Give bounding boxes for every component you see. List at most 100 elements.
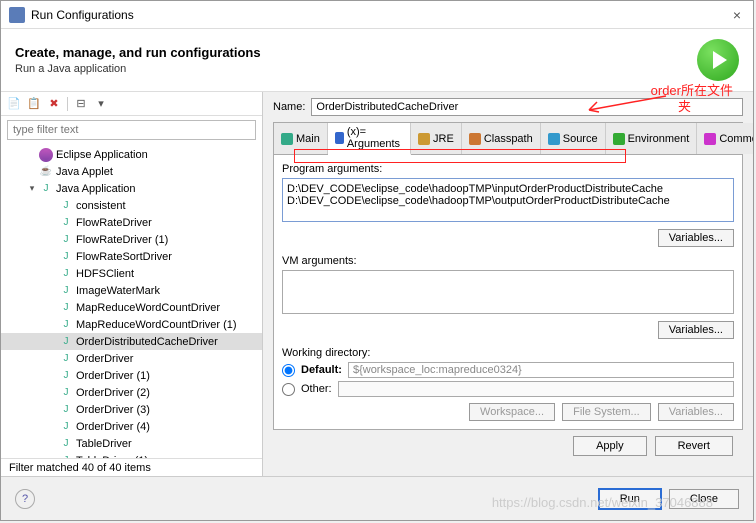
tree-item-label: HDFSClient xyxy=(76,268,134,280)
revert-button[interactable]: Revert xyxy=(655,436,733,456)
tree-item-label: OrderDriver (1) xyxy=(76,370,150,382)
tree-item-orderdriver-4-[interactable]: JOrderDriver (4) xyxy=(1,418,262,435)
tab-source[interactable]: Source xyxy=(541,123,606,154)
j-icon: J xyxy=(59,352,73,366)
wd-other-radio[interactable] xyxy=(282,383,295,396)
tree-item-eclipse-application[interactable]: Eclipse Application xyxy=(1,146,262,163)
wd-other-value[interactable] xyxy=(338,381,734,397)
j-icon: J xyxy=(59,420,73,434)
window-title: Run Configurations xyxy=(31,8,729,22)
filesystem-button[interactable]: File System... xyxy=(562,403,651,421)
j-icon: J xyxy=(59,301,73,315)
wd-other-label: Other: xyxy=(301,383,332,395)
tree-item-mapreducewordcountdriver[interactable]: JMapReduceWordCountDriver xyxy=(1,299,262,316)
tree-item-label: OrderDriver (3) xyxy=(76,404,150,416)
tree-item-label: OrderDistributedCacheDriver xyxy=(76,336,218,348)
tab-label: Source xyxy=(563,133,598,145)
wd-default-radio[interactable] xyxy=(282,364,295,377)
j-icon: J xyxy=(59,250,73,264)
close-icon[interactable]: × xyxy=(729,7,745,23)
tree-item-flowratedriver-1-[interactable]: JFlowRateDriver (1) xyxy=(1,231,262,248)
tab-icon xyxy=(281,133,293,145)
tab-common[interactable]: Common xyxy=(697,123,753,154)
tree-item-label: OrderDriver xyxy=(76,353,133,365)
apply-button[interactable]: Apply xyxy=(573,436,647,456)
tree-item-orderdriver-2-[interactable]: JOrderDriver (2) xyxy=(1,384,262,401)
tab-main[interactable]: Main xyxy=(274,123,328,154)
eclipse-icon xyxy=(39,148,53,162)
tree-item-hdfsclient[interactable]: JHDFSClient xyxy=(1,265,262,282)
j-icon: J xyxy=(59,403,73,417)
j-icon: J xyxy=(39,182,53,196)
j-icon: J xyxy=(59,369,73,383)
run-button[interactable]: Run xyxy=(599,489,661,509)
java-icon: ☕ xyxy=(39,165,53,179)
filter-icon[interactable]: ▾ xyxy=(92,95,110,113)
filter-status: Filter matched 40 of 40 items xyxy=(1,458,262,477)
new-config-icon[interactable]: 📄 xyxy=(5,95,23,113)
tree-item-flowratedriver[interactable]: JFlowRateDriver xyxy=(1,214,262,231)
tab-icon xyxy=(469,133,481,145)
tab-environment[interactable]: Environment xyxy=(606,123,698,154)
collapse-icon[interactable]: ⊟ xyxy=(72,95,90,113)
filter-input[interactable] xyxy=(7,120,256,140)
wd-default-label: Default: xyxy=(301,364,342,376)
header-title: Create, manage, and run configurations xyxy=(15,45,261,60)
vm-variables-button[interactable]: Variables... xyxy=(658,321,734,339)
delete-icon[interactable]: ✖ xyxy=(45,95,63,113)
tree-item-consistent[interactable]: Jconsistent xyxy=(1,197,262,214)
j-icon: J xyxy=(59,216,73,230)
tab-label: (x)= Arguments xyxy=(347,126,403,150)
j-icon: J xyxy=(59,335,73,349)
tree-item-java-applet[interactable]: ☕Java Applet xyxy=(1,163,262,180)
tree-item-tabledriver[interactable]: JTableDriver xyxy=(1,435,262,452)
close-button[interactable]: Close xyxy=(669,489,739,509)
j-icon: J xyxy=(59,199,73,213)
tree-item-label: MapReduceWordCountDriver (1) xyxy=(76,319,237,331)
tree-item-label: Java Application xyxy=(56,183,136,195)
program-args-input[interactable] xyxy=(282,178,734,222)
tab-icon xyxy=(335,132,344,144)
left-toolbar: 📄 📋 ✖ ⊟ ▾ xyxy=(1,92,262,116)
workspace-button[interactable]: Workspace... xyxy=(469,403,555,421)
duplicate-icon[interactable]: 📋 xyxy=(25,95,43,113)
tab-icon xyxy=(418,133,430,145)
help-icon[interactable]: ? xyxy=(15,489,35,509)
tree-item-label: MapReduceWordCountDriver xyxy=(76,302,220,314)
tree-item-java-application[interactable]: ▾JJava Application xyxy=(1,180,262,197)
app-icon xyxy=(9,7,25,23)
tree-item-orderdistributedcachedriver[interactable]: JOrderDistributedCacheDriver xyxy=(1,333,262,350)
tree-item-label: ImageWaterMark xyxy=(76,285,160,297)
tree-item-mapreducewordcountdriver-1-[interactable]: JMapReduceWordCountDriver (1) xyxy=(1,316,262,333)
config-tree[interactable]: Eclipse Application☕Java Applet▾JJava Ap… xyxy=(1,144,262,458)
program-variables-button[interactable]: Variables... xyxy=(658,229,734,247)
tab-label: Main xyxy=(296,133,320,145)
tree-item-imagewatermark[interactable]: JImageWaterMark xyxy=(1,282,262,299)
tab-icon xyxy=(704,133,716,145)
tree-item-orderdriver[interactable]: JOrderDriver xyxy=(1,350,262,367)
working-dir-label: Working directory: xyxy=(282,347,734,359)
j-icon: J xyxy=(59,437,73,451)
vm-args-input[interactable] xyxy=(282,270,734,314)
tree-item-orderdriver-1-[interactable]: JOrderDriver (1) xyxy=(1,367,262,384)
vm-args-label: VM arguments: xyxy=(282,255,734,267)
tab-label: Common xyxy=(719,133,753,145)
tab-jre[interactable]: JRE xyxy=(411,123,462,154)
wd-variables-button[interactable]: Variables... xyxy=(658,403,734,421)
header-subtitle: Run a Java application xyxy=(15,63,261,75)
tree-item-label: FlowRateDriver (1) xyxy=(76,234,168,246)
tab-icon xyxy=(548,133,560,145)
tree-item-flowratesortdriver[interactable]: JFlowRateSortDriver xyxy=(1,248,262,265)
tab-bar: Main(x)= Arguments JRE Classpath Source … xyxy=(273,122,743,154)
tab-icon xyxy=(613,133,625,145)
j-icon: J xyxy=(59,284,73,298)
j-icon: J xyxy=(59,318,73,332)
tree-item-label: consistent xyxy=(76,200,126,212)
tree-item-orderdriver-3-[interactable]: JOrderDriver (3) xyxy=(1,401,262,418)
wd-default-value[interactable] xyxy=(348,362,734,378)
tab-classpath[interactable]: Classpath xyxy=(462,123,541,154)
name-input[interactable] xyxy=(311,98,743,116)
tab-arguments[interactable]: (x)= Arguments xyxy=(328,123,411,155)
tab-label: Classpath xyxy=(484,133,533,145)
twisty-icon[interactable]: ▾ xyxy=(25,183,39,194)
